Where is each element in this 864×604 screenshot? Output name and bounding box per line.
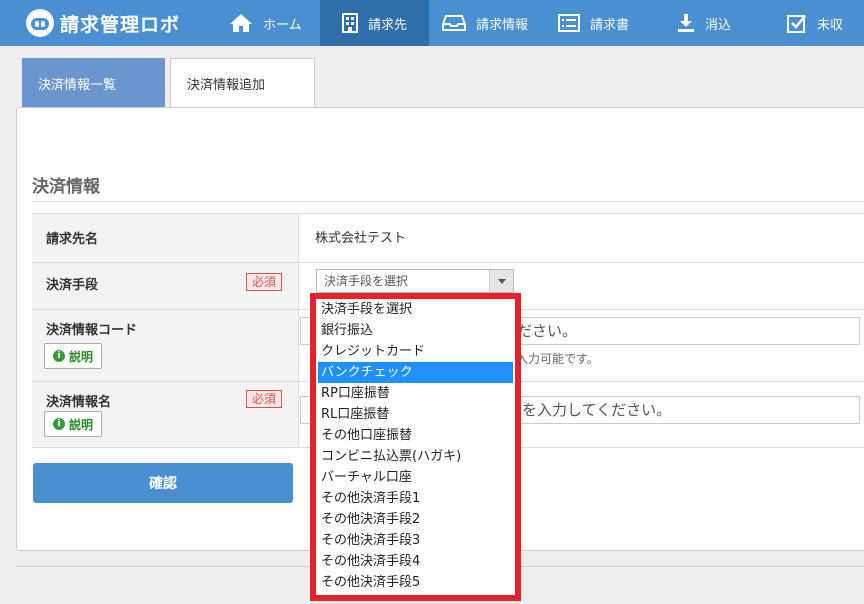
dropdown-option-selected[interactable]: バンクチェック — [318, 362, 513, 383]
nav-label-uncollected: 未収 — [817, 17, 844, 33]
dropdown-option[interactable]: 決済手段を選択 — [318, 299, 513, 320]
app-logo[interactable]: 請求管理ロボ — [26, 6, 180, 40]
dropdown-option[interactable]: その他決済手段2 — [318, 509, 513, 530]
label-payment-code: 決済情報コード — [46, 323, 138, 338]
checkbox-icon — [787, 15, 806, 33]
nav-label-invoices: 請求書 — [590, 17, 630, 33]
dropdown-option[interactable]: その他決済手段4 — [318, 551, 513, 572]
nav-item-uncollected[interactable]: 未収 — [787, 0, 864, 46]
dropdown-option[interactable]: その他決済手段3 — [318, 530, 513, 551]
dropdown-option[interactable]: クレジットカード — [318, 341, 513, 362]
section-divider — [32, 201, 864, 202]
help-button-code[interactable]: i 説明 — [44, 343, 102, 369]
label-payment-method: 決済手段 — [46, 278, 99, 293]
dropdown-option[interactable]: その他決済手段1 — [318, 488, 513, 509]
dropdown-option[interactable]: バーチャル口座 — [318, 467, 513, 488]
label-customer-name: 請求先名 — [46, 232, 99, 247]
nav-item-home[interactable]: ホーム — [229, 0, 319, 46]
payment-code-hint: 入力可能です。 — [516, 352, 599, 366]
dropdown-option[interactable]: その他口座振替 — [318, 425, 513, 446]
payment-name-placeholder: 前を入力してください。 — [507, 401, 672, 419]
chevron-down-icon[interactable] — [489, 270, 513, 292]
home-icon — [230, 14, 252, 32]
nav-label-reconcile: 消込 — [705, 17, 732, 33]
dropdown-option[interactable]: 銀行振込 — [318, 320, 513, 341]
nav-item-billing-info[interactable]: 請求情報 — [442, 0, 542, 46]
robot-logo-icon — [26, 9, 54, 37]
dropdown-option[interactable]: RP口座振替 — [318, 383, 513, 404]
tab-payment-add[interactable]: 決済情報追加 — [170, 58, 315, 108]
building-icon — [342, 13, 358, 33]
confirm-button[interactable]: 確認 — [33, 463, 293, 503]
nav-label-customers: 請求先 — [368, 17, 408, 33]
dropdown-option[interactable]: その他決済手段5 — [318, 572, 513, 593]
required-badge: 必須 — [245, 390, 282, 408]
nav-item-reconcile[interactable]: 消込 — [677, 0, 757, 46]
payment-method-dropdown: 決済手段を選択 銀行振込 クレジットカード バンクチェック RP口座振替 RL口… — [310, 293, 521, 601]
nav-label-home: ホーム — [263, 17, 302, 33]
nav-item-customers[interactable]: 請求先 — [320, 0, 429, 46]
inbox-icon — [442, 15, 466, 31]
help-button-name[interactable]: i 説明 — [44, 411, 102, 437]
label-payment-name: 決済情報名 — [46, 395, 112, 410]
info-icon: i — [52, 418, 65, 430]
row-customer-name: 請求先名 株式会社テスト — [32, 213, 864, 262]
nav-item-invoices[interactable]: 請求書 — [558, 0, 648, 46]
dropdown-option[interactable]: コンビニ払込票(ハガキ) — [318, 446, 513, 467]
top-nav-bar: 請求管理ロボ ホーム 請求先 請求情報 請求書 消込 未収 — [0, 0, 864, 46]
app-title: 請求管理ロボ — [60, 13, 181, 36]
tab-payment-list[interactable]: 決済情報一覧 — [22, 58, 165, 108]
required-badge: 必須 — [245, 273, 282, 291]
info-icon: i — [52, 350, 65, 362]
download-icon — [678, 14, 694, 32]
nav-label-billing-info: 請求情報 — [476, 17, 529, 33]
list-icon — [558, 14, 580, 32]
dropdown-option[interactable]: RL口座振替 — [318, 404, 513, 425]
payment-code-placeholder: ださい。 — [517, 322, 578, 340]
customer-name-value: 株式会社テスト — [315, 231, 407, 246]
section-title: 決済情報 — [32, 177, 100, 197]
payment-method-select[interactable]: 決済手段を選択 — [316, 269, 514, 293]
select-value: 決済手段を選択 — [324, 274, 409, 288]
